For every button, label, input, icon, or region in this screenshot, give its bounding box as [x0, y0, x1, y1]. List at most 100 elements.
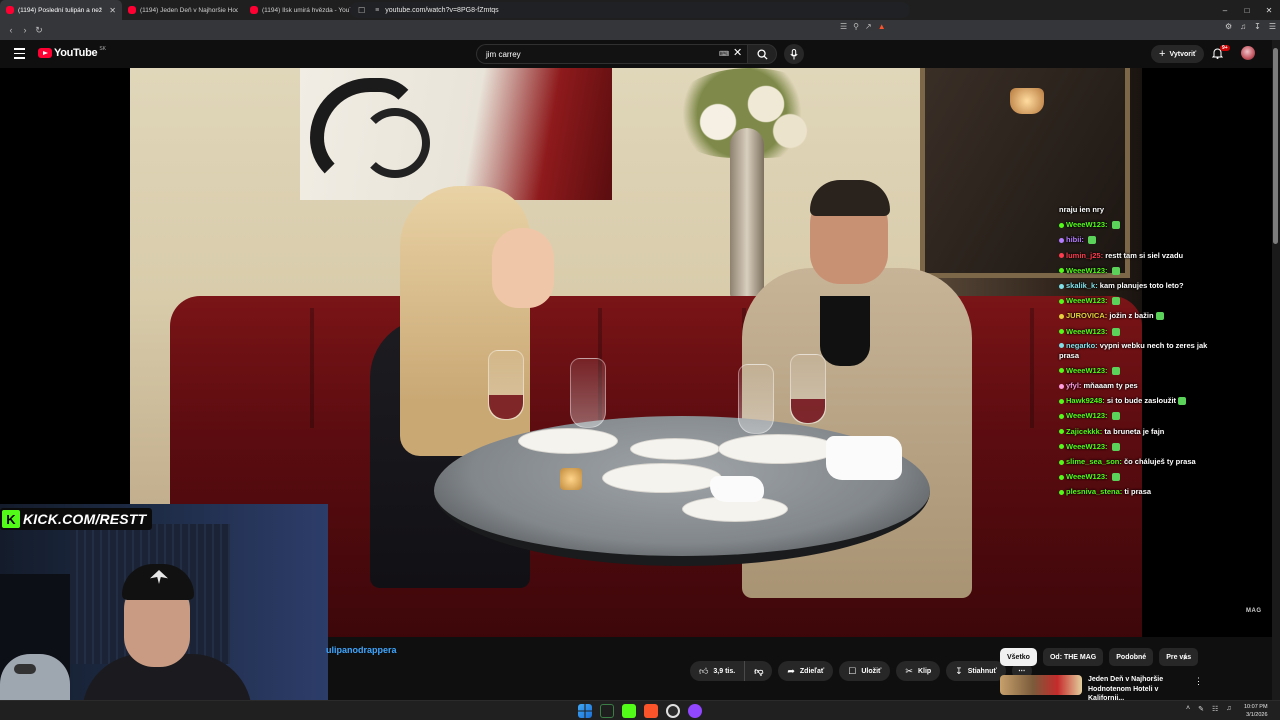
create-button[interactable]: + Vytvoriť: [1151, 45, 1205, 63]
like-button[interactable]: 👍︎ 3,9 tis.: [690, 661, 744, 681]
clip-button[interactable]: ✂ Klip: [896, 661, 941, 681]
channel-handle-link[interactable]: ulipanodrappera: [326, 645, 397, 655]
back-icon[interactable]: ‹: [4, 20, 18, 40]
reload-icon[interactable]: ↻: [32, 20, 46, 40]
youtube-logo[interactable]: YouTube SK: [38, 46, 106, 59]
kick-app-icon[interactable]: [622, 704, 636, 718]
windows-taskbar: ˄ ✎ ☷ ♫ 10:07 PM 3/1/2026: [0, 700, 1280, 720]
download-label: Stiahnuť: [967, 667, 997, 675]
media-icon[interactable]: ♫: [1240, 22, 1246, 31]
user-badge-icon: [1059, 383, 1064, 389]
filter-chip[interactable]: Pre vás: [1159, 648, 1199, 666]
chat-text: ti prasa: [1124, 487, 1152, 497]
address-bar[interactable]: ☐ ≡ youtube.com/watch?v=8PG8-fZmtqs: [350, 2, 910, 18]
man-shirt: [820, 296, 870, 366]
save-button[interactable]: ☐ Uložiť: [839, 661, 891, 681]
zoom-icon[interactable]: ⚲: [853, 22, 859, 31]
terminal-app-icon[interactable]: [600, 704, 614, 718]
filter-chip[interactable]: Od: THE MAG: [1042, 648, 1104, 666]
plate: [518, 428, 618, 454]
extensions-icon[interactable]: ⚙: [1225, 22, 1232, 31]
download-icon: ↧: [955, 665, 963, 676]
scrollbar-thumb[interactable]: [1273, 48, 1278, 244]
chat-username: lumin_j25:: [1066, 250, 1104, 260]
voice-search-button[interactable]: [784, 44, 804, 64]
chat-username: WeeeW123:: [1066, 365, 1108, 375]
chat-username: WeeeW123:: [1066, 441, 1108, 451]
share-button[interactable]: ➦ Zdieľať: [778, 661, 834, 681]
dislike-button[interactable]: 👎︎: [744, 661, 772, 681]
more-vertical-icon[interactable]: ⋮: [1194, 676, 1203, 687]
site-info-icon[interactable]: ≡: [375, 7, 379, 14]
chat-username: slime_sea_son:: [1066, 457, 1122, 467]
user-badge-icon: [1059, 489, 1064, 495]
account-avatar[interactable]: [1241, 46, 1255, 60]
maximize-icon[interactable]: □: [1236, 0, 1258, 20]
windows-start-icon[interactable]: [578, 704, 592, 718]
man-hair: [810, 180, 890, 216]
downloads-icon[interactable]: ↧: [1254, 22, 1261, 31]
volume-icon[interactable]: ♫: [1226, 705, 1231, 713]
steam-app-icon[interactable]: [666, 704, 680, 718]
taskbar-clock[interactable]: 10:07 PM 3/1/2026: [1244, 703, 1268, 719]
bookmark-icon[interactable]: ☐: [358, 6, 365, 15]
candle: [560, 468, 582, 490]
chat-username: JUROVICA:: [1066, 311, 1108, 321]
chat-username: Hawk9248:: [1066, 396, 1105, 406]
recommended-video[interactable]: Jeden Deň v Najhoršie Hodnotenom Hoteli …: [1000, 675, 1200, 702]
emote-icon: [1111, 297, 1120, 306]
purple-app-icon[interactable]: [688, 704, 702, 718]
brave-browser-icon[interactable]: [644, 704, 658, 718]
chat-username: WeeeW123:: [1066, 411, 1108, 421]
window-controls: – □ ✕: [1214, 0, 1280, 20]
woman-face: [492, 228, 554, 308]
chat-text: čo cháluješ ty prasa: [1123, 457, 1196, 467]
hamburger-menu-icon[interactable]: [14, 48, 25, 59]
close-window-icon[interactable]: ✕: [1258, 0, 1280, 20]
like-dislike-group: 👍︎ 3,9 tis. 👎︎: [690, 661, 773, 681]
download-button[interactable]: ↧ Stiahnuť: [946, 661, 1006, 681]
chevron-right-icon[interactable]: ›: [1183, 652, 1186, 663]
search-button[interactable]: [747, 44, 777, 64]
browser-tab[interactable]: (1194) Jeden Deň v Najhoršie Hodno: [122, 0, 244, 20]
address-bar-actions: ☰ ⚲ ↗ ▲: [840, 22, 886, 31]
emote-icon: [1111, 412, 1120, 421]
browser-tab[interactable]: (1194) Ilsk umirá hvězda - YouTube: [244, 0, 366, 20]
chat-message: skalik_k: kam planujes toto leto?: [1059, 278, 1229, 293]
microphone-icon: [790, 48, 798, 59]
keyboard-icon[interactable]: ⌨: [719, 50, 729, 58]
browser-tab[interactable]: (1194) Poslední tulipán a než ✕: [0, 0, 122, 20]
youtube-icon: [6, 6, 14, 14]
close-tab-icon[interactable]: ✕: [109, 6, 116, 15]
clear-search-icon[interactable]: ✕: [733, 46, 742, 59]
chat-message: WeeeW123:: [1059, 293, 1229, 308]
filter-chip[interactable]: Všetko: [1000, 648, 1037, 666]
user-badge-icon: [1059, 474, 1064, 480]
brave-shield-icon[interactable]: ▲: [878, 22, 886, 31]
thumbs-up-icon: 👍︎: [699, 665, 709, 676]
recommended-thumbnail[interactable]: [1000, 675, 1082, 695]
forward-icon[interactable]: ›: [18, 20, 32, 40]
search-input[interactable]: jim carrey: [476, 44, 748, 64]
chat-message: WeeeW123:: [1059, 408, 1229, 423]
share-page-icon[interactable]: ↗: [865, 22, 872, 31]
chat-username: WeeeW123:: [1066, 472, 1108, 482]
chat-message: Hawk9248: si to bude zasloužit: [1059, 393, 1229, 408]
tray-overflow-icon[interactable]: ˄: [1186, 705, 1190, 713]
napkin: [710, 476, 764, 502]
wifi-icon[interactable]: ☷: [1212, 705, 1218, 713]
chat-message: Zajicekkk: ta bruneta je fajn: [1059, 424, 1229, 439]
chat-username: hibii:: [1066, 235, 1084, 245]
recommended-title[interactable]: Jeden Deň v Najhoršie Hodnotenom Hoteli …: [1088, 675, 1192, 702]
minimize-icon[interactable]: –: [1214, 0, 1236, 20]
kick-channel-badge: K KICK.COM/RESTT: [0, 508, 153, 530]
wall-lamp: [1010, 88, 1044, 114]
filter-chip[interactable]: Podobné: [1109, 648, 1154, 666]
address-row: ‹ › ↻: [0, 20, 1280, 40]
chat-message: lumin_j25: restt tam si siel vzadu: [1059, 248, 1229, 263]
chat-message: WeeeW123:: [1059, 439, 1229, 454]
browser-menu-icon[interactable]: ☰: [1269, 22, 1276, 31]
translate-icon[interactable]: ☰: [840, 22, 847, 31]
chat-text: kam planujes toto leto?: [1099, 281, 1184, 291]
pen-icon[interactable]: ✎: [1198, 705, 1204, 713]
